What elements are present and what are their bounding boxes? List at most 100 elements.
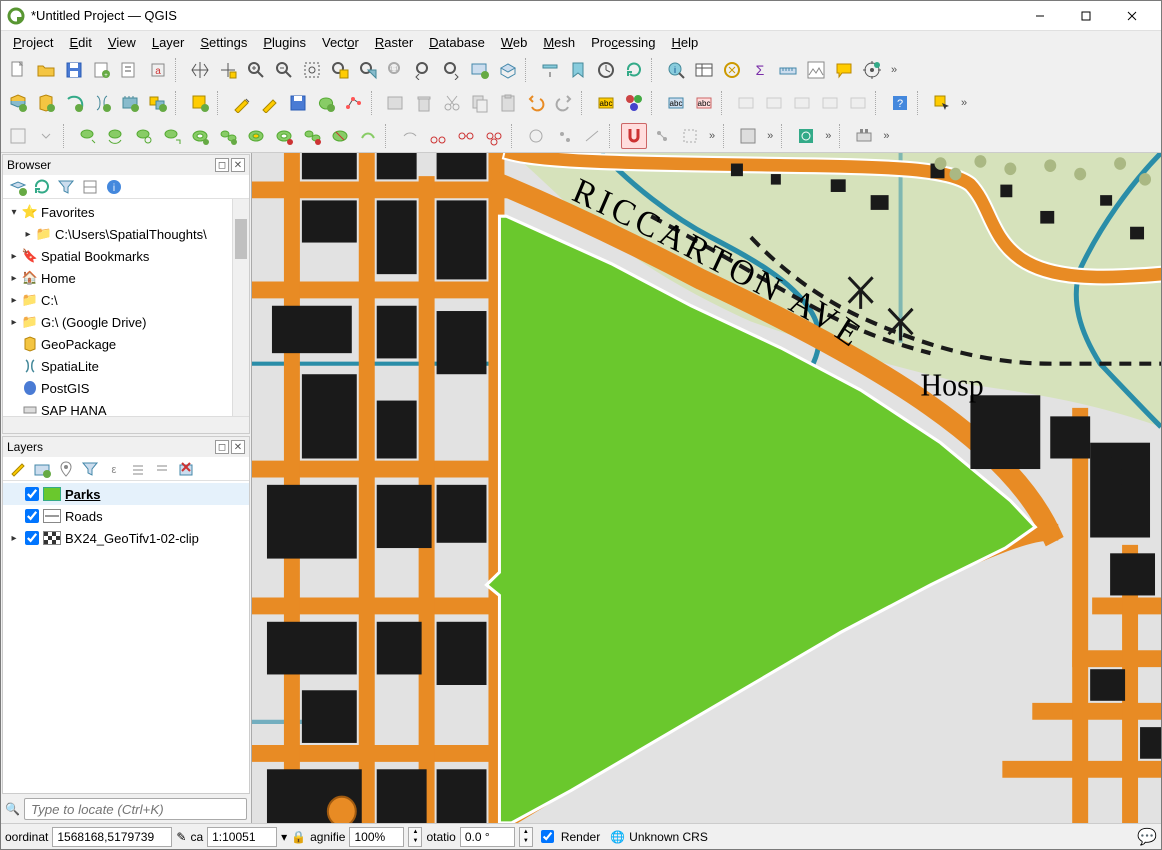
menu-processing[interactable]: Processing [585,33,661,52]
zoom-last-icon[interactable] [411,57,437,83]
layer-checkbox-parks[interactable] [25,487,39,501]
status-rotation-value[interactable]: 0.0 ° [460,827,515,847]
expand-all-icon[interactable] [127,458,149,480]
map-tips-icon[interactable] [831,57,857,83]
new-shapefile-icon[interactable] [61,90,87,116]
add-part-icon[interactable] [215,123,241,149]
browser-properties-icon[interactable]: i [103,176,125,198]
menu-web[interactable]: Web [495,33,534,52]
cut-features-icon[interactable] [439,90,465,116]
open-attribute-table-icon[interactable] [691,57,717,83]
zoom-next-icon[interactable] [439,57,465,83]
label-tool-icon[interactable]: abc [593,90,619,116]
maximize-button[interactable] [1063,1,1109,31]
new-print-layout-icon[interactable]: + [89,57,115,83]
browser-collapse-icon[interactable] [79,176,101,198]
toggle-editing-icon[interactable] [257,90,283,116]
scale-dropdown-icon[interactable]: ▾ [281,830,287,844]
paste-features-icon[interactable] [495,90,521,116]
status-scale-value[interactable]: 1:10051 [207,827,277,847]
layout-manager-icon[interactable] [117,57,143,83]
layer-item-raster[interactable]: ▸ BX24_GeoTifv1-02-clip [3,527,249,549]
crs-label[interactable]: Unknown CRS [629,830,708,844]
lock-scale-icon[interactable]: 🔒 [291,830,306,844]
current-edits-icon[interactable] [229,90,255,116]
new-mesh-layer-icon[interactable] [187,90,213,116]
browser-item-g[interactable]: G:\ (Google Drive) [41,315,146,330]
collapse-all-icon[interactable] [151,458,173,480]
field-calculator-icon[interactable] [719,57,745,83]
elevation-icon[interactable] [803,57,829,83]
browser-item-geopackage[interactable]: GeoPackage [41,337,116,352]
menu-database[interactable]: Database [423,33,491,52]
layer-item-parks[interactable]: Parks [3,483,249,505]
toolbar-overflow-icon[interactable]: » [887,64,901,76]
show-bookmarks-icon[interactable] [593,57,619,83]
delete-ring-icon[interactable] [271,123,297,149]
layer-checkbox-roads[interactable] [25,509,39,523]
add-feature-icon[interactable] [313,90,339,116]
layers-panel-close-icon[interactable]: ✕ [231,440,245,454]
new-virtual-layer-icon[interactable] [145,90,171,116]
remove-layer-icon[interactable] [175,458,197,480]
layer-styling-icon[interactable] [7,458,29,480]
browser-item-home[interactable]: Home [41,271,76,286]
browser-item-bookmarks[interactable]: Spatial Bookmarks [41,249,149,264]
toolbox-icon[interactable] [859,57,885,83]
zoom-native-icon[interactable]: 1:1 [383,57,409,83]
merge-attr-icon[interactable] [481,123,507,149]
layer-item-roads[interactable]: Roads [3,505,249,527]
browser-item-c[interactable]: C:\ [41,293,58,308]
topo-editing-icon[interactable] [677,123,703,149]
manage-themes-icon[interactable] [55,458,77,480]
highlight-label-icon[interactable]: abc [663,90,689,116]
zoom-full-icon[interactable] [299,57,325,83]
simplify-feature-icon[interactable] [131,123,157,149]
menu-mesh[interactable]: Mesh [537,33,581,52]
tracing-icon[interactable] [649,123,675,149]
browser-item-userfolder[interactable]: C:\Users\SpatialThoughts\ [55,227,207,242]
menu-vector[interactable]: Vector [316,33,365,52]
toolbar3-overflow-icon[interactable]: » [705,130,719,142]
rotate-label-icon[interactable] [789,90,815,116]
menu-project[interactable]: Project [7,33,59,52]
zoom-to-layer-icon[interactable] [355,57,381,83]
new-memory-layer-icon[interactable] [117,90,143,116]
magnifier-spinner[interactable]: ▲▼ [408,827,422,847]
minimize-button[interactable] [1017,1,1063,31]
toolbar3d-overflow-icon[interactable]: » [879,130,893,142]
rotation-spinner[interactable]: ▲▼ [519,827,533,847]
data-source-manager-icon[interactable] [5,90,31,116]
add-ring-icon[interactable] [187,123,213,149]
crs-icon[interactable]: 🌐 [610,830,625,844]
help-icon[interactable]: ? [887,90,913,116]
move-feature-icon[interactable] [75,123,101,149]
digitize-shape-icon[interactable] [5,123,31,149]
browser-item-postgis[interactable]: PostGIS [41,381,89,396]
vertex-tool-icon[interactable] [341,90,367,116]
offset-curve-icon[interactable] [355,123,381,149]
redo-icon[interactable] [551,90,577,116]
fill-ring-icon[interactable] [243,123,269,149]
metasearch-icon[interactable] [793,123,819,149]
browser-panel-undock-icon[interactable]: ◻ [215,158,229,172]
toolbar3c-overflow-icon[interactable]: » [821,130,835,142]
layers-tree[interactable]: Parks Roads ▸ BX24_GeoTifv1-02-clip [3,481,249,793]
rotate-feature-icon[interactable] [103,123,129,149]
browser-scrollbar[interactable] [232,199,249,416]
pin-label-icon[interactable]: abc [691,90,717,116]
diagram-tool-icon[interactable] [621,90,647,116]
filter-by-expression-icon[interactable]: ε [103,458,125,480]
menu-view[interactable]: View [102,33,142,52]
copy-features-icon[interactable] [467,90,493,116]
georef-icon[interactable] [735,123,761,149]
filter-legend-icon[interactable] [79,458,101,480]
status-magnifier-value[interactable]: 100% [349,827,404,847]
zoom-in-icon[interactable] [243,57,269,83]
measure-icon[interactable] [775,57,801,83]
trim-extend-icon[interactable] [579,123,605,149]
save-project-icon[interactable] [61,57,87,83]
new-project-icon[interactable] [5,57,31,83]
modify-attributes-icon[interactable] [383,90,409,116]
label-props-icon[interactable] [845,90,871,116]
